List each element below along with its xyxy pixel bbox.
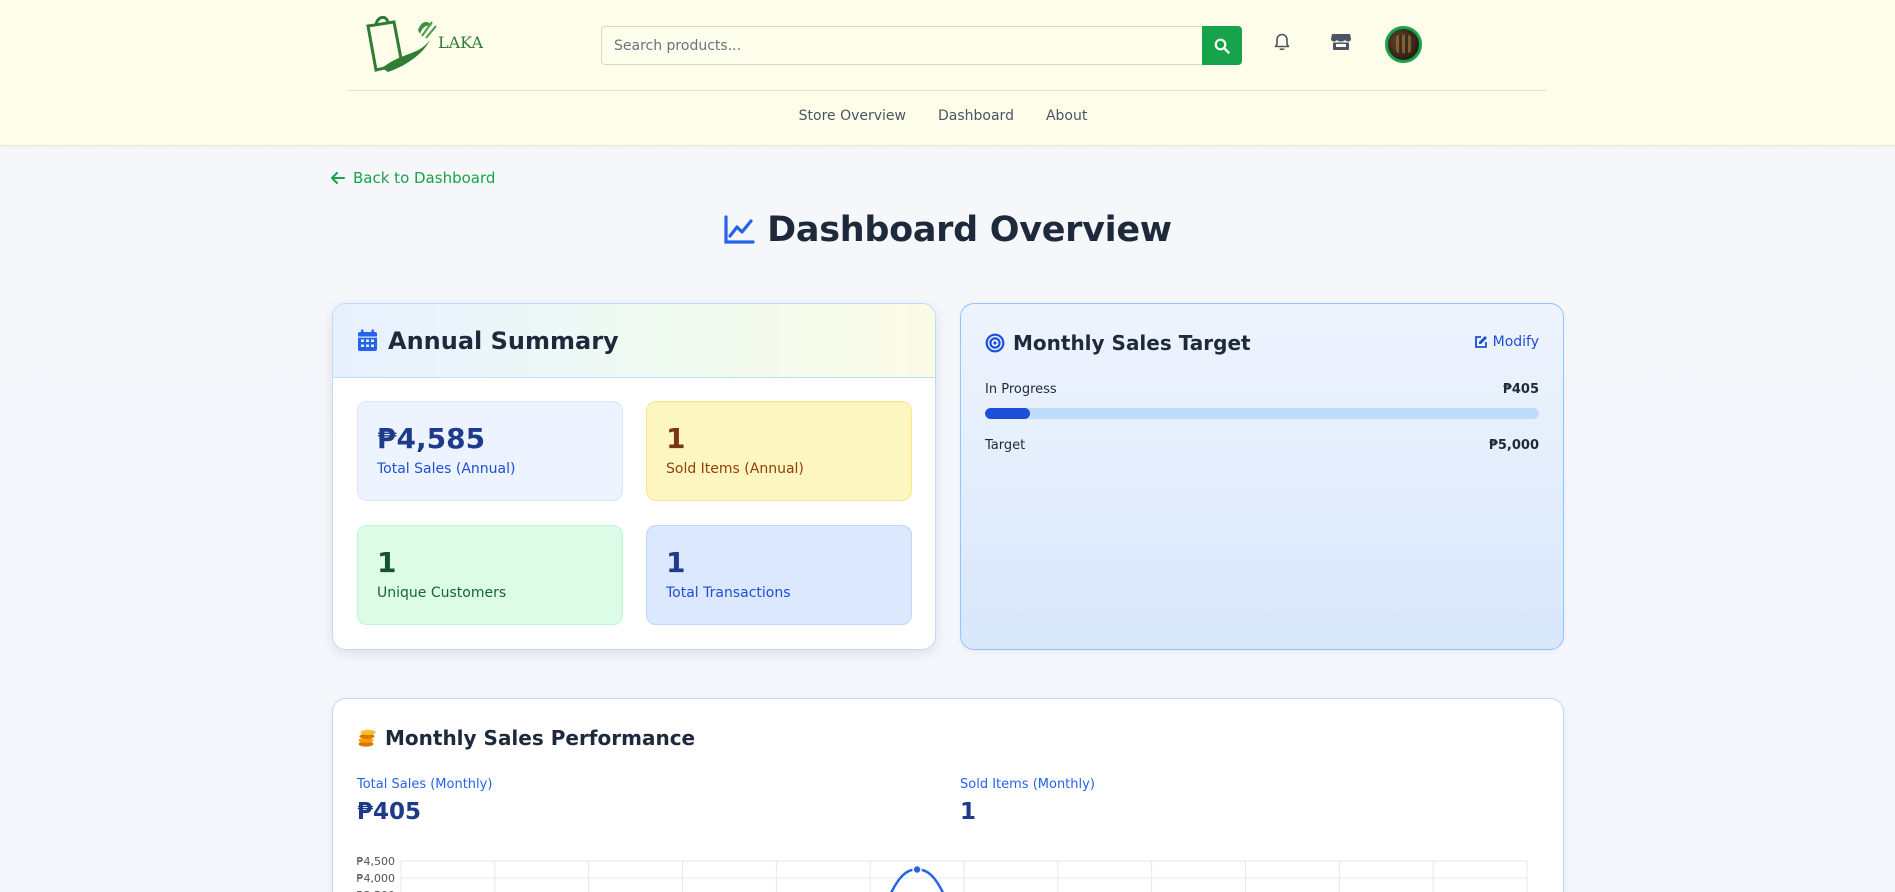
store-button[interactable] [1329,30,1353,54]
stat-label: Sold Items (Annual) [666,460,804,477]
target-progress-bar [985,408,1539,419]
stat-total-transactions: 1 Total Transactions [646,525,912,625]
nav-store-overview[interactable]: Store Overview [799,108,906,124]
search-button[interactable] [1202,26,1242,65]
nav-about[interactable]: About [1046,108,1087,124]
user-avatar[interactable] [1385,26,1422,63]
back-link-label: Back to Dashboard [353,169,496,187]
target-icon [985,333,1005,353]
main-nav: Store Overview Dashboard About [0,108,1895,124]
progress-row: In Progress ₱405 [985,382,1539,397]
total-sales-monthly-value: ₱405 [357,799,422,825]
monthly-performance-header: Monthly Sales Performance [357,726,695,750]
monthly-target-title: Monthly Sales Target [1013,331,1251,355]
progress-amount: ₱405 [1502,382,1539,397]
target-amount: ₱5,000 [1488,438,1539,453]
modify-label: Modify [1492,334,1539,350]
monthly-sales-chart: ₱4,500₱4,000₱3,500 [357,855,1528,892]
monthly-performance-title: Monthly Sales Performance [385,726,696,750]
page-title-row: Dashboard Overview [0,210,1895,250]
chart-y-tick-label: ₱4,000 [357,872,395,885]
back-to-dashboard-link[interactable]: Back to Dashboard [331,169,495,187]
monthly-performance-card: Monthly Sales Performance Total Sales (M… [332,698,1564,892]
header-divider [348,90,1546,91]
page-title: Dashboard Overview [767,210,1172,250]
monthly-target-header: Monthly Sales Target [985,331,1251,355]
stat-label: Unique Customers [377,584,507,601]
target-progress-fill [985,408,1030,419]
search-input[interactable] [601,26,1202,65]
total-sales-monthly-label: Total Sales (Monthly) [357,777,493,792]
chart-line-icon [724,215,755,244]
stat-value: 1 [666,422,686,455]
store-icon [1331,34,1351,50]
search-icon [1214,38,1230,54]
top-header: LAKA PATI Store Overview Dashboard About [0,0,1895,146]
modify-target-button[interactable]: Modify [1474,334,1539,350]
calendar-icon [358,329,377,351]
sold-items-monthly-label: Sold Items (Monthly) [960,777,1095,792]
edit-icon [1474,336,1487,348]
stat-value: 1 [377,546,397,579]
stat-label: Total Transactions [666,584,791,601]
stat-value: ₱4,585 [377,422,486,455]
bell-icon [1274,33,1290,51]
nav-dashboard[interactable]: Dashboard [938,108,1014,124]
stat-unique-customers: 1 Unique Customers [357,525,623,625]
sold-items-monthly-value: 1 [960,799,977,825]
monthly-target-card: Monthly Sales Target Modify In Progress … [960,303,1564,650]
logo-image: LAKA PATI [366,16,525,72]
chart-y-tick-label: ₱4,500 [357,855,395,868]
progress-label: In Progress [985,382,1057,397]
target-row: Target ₱5,000 [985,438,1539,453]
annual-summary-card: Annual Summary ₱4,585 Total Sales (Annua… [332,303,936,650]
annual-summary-header: Annual Summary [333,304,935,378]
notifications-button[interactable] [1270,30,1294,54]
stat-sold-items-annual: 1 Sold Items (Annual) [646,401,912,501]
chart-data-point[interactable] [912,864,922,875]
logo-text: LAKA PATI [438,33,486,52]
stat-value: 1 [666,546,686,579]
stat-label: Total Sales (Annual) [377,460,516,477]
search-bar [601,26,1242,65]
arrow-left-icon [331,172,345,184]
annual-summary-title: Annual Summary [388,326,619,355]
coins-icon [358,729,376,747]
store-logo[interactable]: LAKA PATI [362,12,525,78]
target-label: Target [985,438,1026,453]
stat-total-sales-annual: ₱4,585 Total Sales (Annual) [357,401,623,501]
